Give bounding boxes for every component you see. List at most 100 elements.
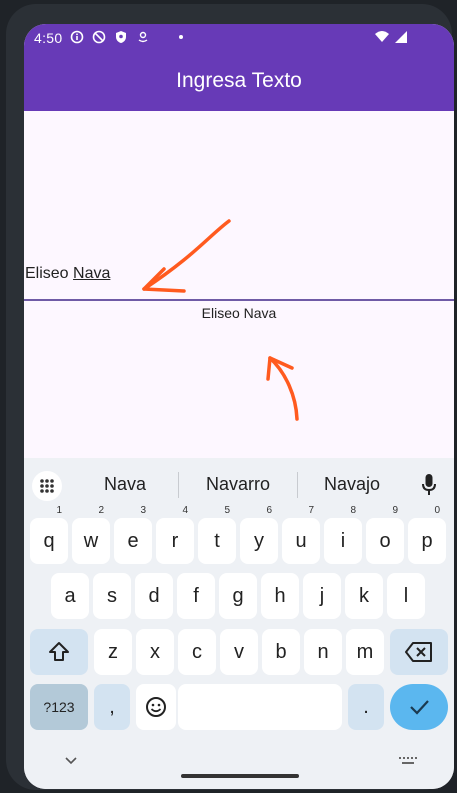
key-hint: 7	[308, 505, 314, 516]
backspace-icon	[405, 642, 432, 662]
key-i[interactable]: i8	[324, 506, 362, 564]
key-label: x	[150, 641, 160, 663]
key-label: f	[193, 585, 199, 607]
emoji-icon	[146, 697, 166, 717]
annotation-arrows	[142, 219, 299, 421]
key-label: m	[356, 641, 374, 663]
check-icon	[410, 700, 429, 715]
arrow-to-input	[142, 219, 231, 291]
key-hint: 2	[98, 505, 104, 516]
key-q[interactable]: q1	[30, 506, 68, 564]
key-r[interactable]: r4	[156, 506, 194, 564]
key-l[interactable]: l	[387, 573, 425, 619]
signal-icon	[395, 31, 407, 43]
main-content: Eliseo Nava Eliseo Nava	[24, 111, 454, 458]
key-hint: 0	[434, 505, 440, 516]
status-bar: 4:50	[24, 24, 454, 55]
key-label: p	[421, 530, 433, 552]
apps-grid-button[interactable]	[32, 471, 62, 501]
enter-key[interactable]	[390, 684, 448, 730]
key-label: q	[43, 530, 55, 552]
status-time: 4:50	[34, 30, 63, 46]
key-label: b	[275, 641, 287, 663]
info-icon	[70, 30, 84, 44]
key-label: h	[274, 585, 286, 607]
arrow-to-input-head	[142, 267, 186, 293]
space-key[interactable]	[178, 684, 342, 730]
key-label: d	[148, 585, 160, 607]
key-hint: 4	[182, 505, 188, 516]
emoji-key[interactable]	[136, 684, 176, 730]
key-hint: 5	[224, 505, 230, 516]
key-label: r	[171, 530, 179, 552]
key-x[interactable]: x	[136, 629, 174, 675]
key-w[interactable]: w2	[72, 506, 110, 564]
grid-icon	[40, 479, 54, 493]
gesture-handle[interactable]	[181, 774, 299, 778]
key-v[interactable]: v	[220, 629, 258, 675]
symbols-key[interactable]: ?123	[30, 684, 88, 730]
key-label: j	[319, 585, 325, 607]
key-hint: 3	[140, 505, 146, 516]
key-label: o	[379, 530, 391, 552]
backspace-key[interactable]	[390, 629, 448, 675]
key-b[interactable]: b	[262, 629, 300, 675]
period-key[interactable]: .	[348, 684, 384, 730]
suggestion-1[interactable]: Nava	[75, 474, 175, 495]
key-j[interactable]: j	[303, 573, 341, 619]
key-label: i	[340, 530, 346, 552]
suggestion-strip: Nava Navarro Navajo	[24, 458, 454, 512]
hide-keyboard-chevron-icon[interactable]	[64, 756, 78, 766]
key-label: n	[317, 641, 329, 663]
key-g[interactable]: g	[219, 573, 257, 619]
key-z[interactable]: z	[94, 629, 132, 675]
mic-icon[interactable]	[421, 473, 437, 497]
key-hint: 6	[266, 505, 272, 516]
key-label: l	[403, 585, 409, 607]
key-label: a	[64, 585, 76, 607]
key-c[interactable]: c	[178, 629, 216, 675]
suggestion-3[interactable]: Navajo	[302, 474, 402, 495]
suggestion-divider	[297, 472, 298, 498]
key-label: z	[108, 641, 118, 663]
shift-icon	[49, 642, 69, 661]
key-d[interactable]: d	[135, 573, 173, 619]
key-label: k	[359, 585, 369, 607]
shift-key[interactable]	[30, 629, 88, 675]
wifi-icon	[375, 31, 389, 42]
app-bar: Ingresa Texto	[24, 55, 454, 111]
key-label: g	[232, 585, 244, 607]
comma-key[interactable]: ,	[94, 684, 130, 730]
key-label: v	[234, 641, 244, 663]
page-title: Ingresa Texto	[176, 69, 302, 92]
key-k[interactable]: k	[345, 573, 383, 619]
suggestion-2[interactable]: Navarro	[188, 474, 288, 495]
key-hint: 9	[392, 505, 398, 516]
key-h[interactable]: h	[261, 573, 299, 619]
key-n[interactable]: n	[304, 629, 342, 675]
key-label: t	[214, 530, 220, 552]
key-s[interactable]: s	[93, 573, 131, 619]
key-label: u	[295, 530, 307, 552]
key-u[interactable]: u7	[282, 506, 320, 564]
key-label: s	[107, 585, 117, 607]
key-y[interactable]: y6	[240, 506, 278, 564]
phone-screen: 4:50 Ingresa Texto Eliseo Nava Eliseo Na…	[24, 24, 454, 789]
key-p[interactable]: p0	[408, 506, 446, 564]
key-hint: 1	[56, 505, 62, 516]
suggestion-divider	[178, 472, 179, 498]
key-f[interactable]: f	[177, 573, 215, 619]
key-e[interactable]: e3	[114, 506, 152, 564]
key-o[interactable]: o9	[366, 506, 404, 564]
key-m[interactable]: m	[346, 629, 384, 675]
key-a[interactable]: a	[51, 573, 89, 619]
key-label: w	[83, 530, 99, 552]
shield-icon	[116, 31, 126, 43]
key-label: e	[127, 530, 139, 552]
key-t[interactable]: t5	[198, 506, 236, 564]
key-label: y	[254, 530, 264, 552]
keyboard-switch-icon[interactable]	[398, 756, 418, 766]
key-hint: 8	[350, 505, 356, 516]
block-icon	[92, 30, 106, 44]
soft-keyboard: Nava Navarro Navajo q1w2e3r4t5y6u7i8o9p0…	[24, 458, 454, 789]
